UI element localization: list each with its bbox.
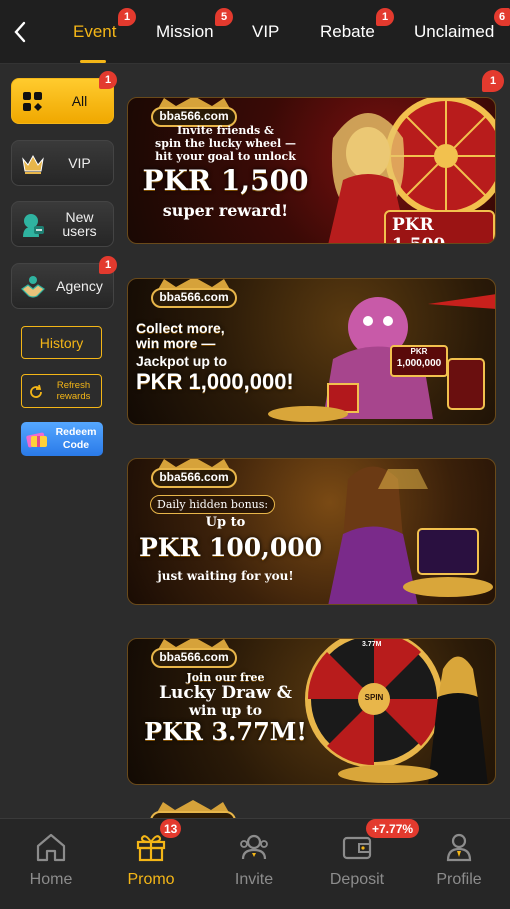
gift-card-icon [26,432,47,448]
tab-unclaimed-badge: 6 [494,8,510,26]
bba566-logo [150,800,236,818]
banner-amount: PKR 1,500 [142,164,309,197]
promo-list-badge: 1 [482,70,504,92]
nav-profile[interactable]: Profile [408,819,510,909]
wheel-spin-label: SPIN [364,693,384,702]
tab-vip[interactable]: VIP [252,22,279,42]
gift-icon [136,835,166,862]
refresh-rewards-button[interactable]: Refresh rewards [21,374,102,408]
refresh-rewards-label: Refresh rewards [56,380,91,402]
promo-banner-partial[interactable] [127,796,496,818]
nav-label: Invite [234,871,274,888]
nav-home[interactable]: Home [0,819,102,909]
nav-label: Promo [127,871,175,888]
banner-subtitle: Up to [205,515,246,530]
nav-label: Home [29,871,73,888]
banner-amount: PKR 3.77M! [144,717,307,746]
sidebar-item-vip[interactable]: VIP [11,140,114,186]
home-icon [36,833,66,862]
banner-prize-tag: PKR 1,500 [384,210,495,243]
banner-logo-text: bba566.com [159,290,229,304]
banner-logo-text: bba566.com [159,650,229,664]
promo-banner-invite-spin[interactable]: bba566.com Invite friends & spin the luc… [127,97,496,244]
back-button[interactable] [8,18,32,46]
history-button[interactable]: History [21,326,102,359]
banner-logo-text: bba566.com [159,470,229,484]
profile-icon [446,833,472,862]
handshake-icon [19,273,47,301]
top-tab-bar: Event 1 Mission 5 VIP Rebate 1 Unclaimed… [0,0,510,64]
sidebar-item-label: VIP [68,155,91,171]
tab-unclaimed[interactable]: Unclaimed [414,22,494,42]
redeem-code-label: Redeem Code [55,426,97,451]
banner-amount: PKR 100,000 [138,533,323,562]
banner-caption: Daily hidden bonus: [150,495,276,514]
refresh-icon [30,384,42,398]
wheel-top-label: 3.77M [362,641,382,648]
promo-page: Event 1 Mission 5 VIP Rebate 1 Unclaimed… [0,0,510,909]
sidebar-item-label: New users [62,209,97,239]
chevron-left-icon [14,21,26,43]
wallet-icon [342,836,372,860]
invite-icon [240,834,268,860]
tab-mission[interactable]: Mission [156,22,214,42]
banner-caption: Collect more, win more — [136,320,225,351]
banner-logo-text: bba566.com [159,109,229,123]
tab-event[interactable]: Event [73,22,116,42]
banner-amount: PKR 1,000,000! [136,369,294,394]
grid-icon [19,88,47,116]
banner-subtitle: super reward! [162,201,289,220]
tab-rebate-badge: 1 [376,8,394,26]
tab-mission-badge: 5 [215,8,233,26]
nav-label: Deposit [329,871,385,888]
nav-invite[interactable]: Invite [203,819,305,909]
nav-promo[interactable]: 13 Promo [100,819,202,909]
banner-title: Lucky Draw & [159,683,292,703]
new-user-icon [19,211,47,239]
sidebar-all-badge: 1 [99,71,117,89]
banner-subtitle: Jackpot up to [136,353,228,369]
bottom-nav: Home 13 Promo Invite +7.77% Deposit Prof… [0,818,510,909]
active-tab-indicator [80,60,106,63]
redeem-code-button[interactable]: Redeem Code [21,422,103,456]
banner-prize-tag: PKR 1,000,000 [390,345,448,377]
promo-banner-jackpot[interactable]: bba566.com Collect more, win more — Jack… [127,278,496,425]
nav-deposit[interactable]: +7.77% Deposit [306,819,420,909]
nav-promo-badge: 13 [160,819,182,838]
tab-event-badge: 1 [118,8,136,26]
crown-icon [19,150,47,178]
banner-caption: Invite friends & spin the lucky wheel — … [155,124,296,163]
tab-rebate[interactable]: Rebate [320,22,375,42]
nav-label: Profile [436,871,482,888]
banner-footer: just waiting for you! [157,569,294,583]
sidebar-item-new-users[interactable]: New users [11,201,114,247]
promo-banner-daily-bonus[interactable]: bba566.com Daily hidden bonus: Up to PKR… [127,458,496,605]
sidebar-agency-badge: 1 [99,256,117,274]
promo-banner-lucky-draw[interactable]: bba566.com 3.77M SPIN Join our free Luck… [127,638,496,785]
